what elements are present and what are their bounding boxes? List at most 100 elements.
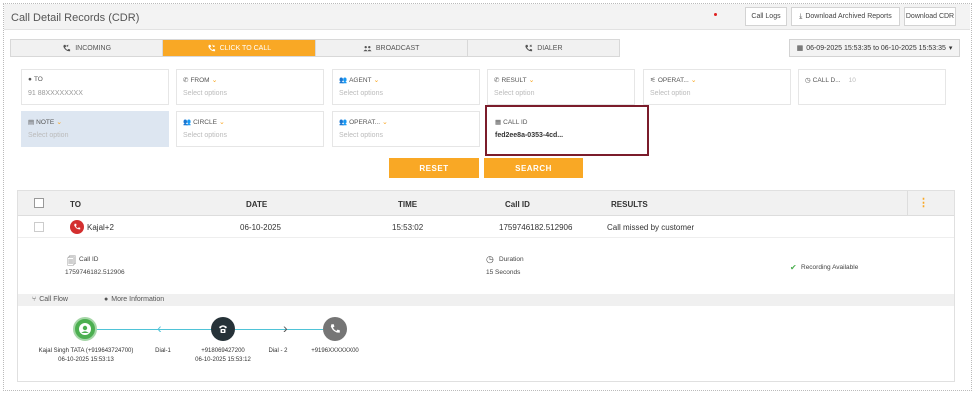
note-icon: ▤	[28, 119, 35, 126]
operator-icon: ⚟	[650, 77, 656, 84]
tab-dialer[interactable]: DIALER	[468, 40, 619, 56]
flow-node-2-time: 06-10-2025 15:53:12	[195, 357, 251, 363]
column-options-icon[interactable]: ⋮	[918, 196, 929, 209]
filter-to-value: 91 88XXXXXXXX	[28, 90, 83, 97]
tab-broadcast-label: BROADCAST	[375, 44, 420, 52]
recording-check-icon: ✔	[790, 263, 797, 272]
phone-icon: ✆	[183, 77, 189, 84]
flow-node-1-name: Kajal Singh TATA (+919643724700)	[38, 348, 134, 354]
column-header-call-id[interactable]: Call ID	[505, 200, 530, 209]
filter-call-duration[interactable]: ◷ CALL D... 10	[798, 69, 946, 105]
filter-circle-placeholder: Select options	[183, 132, 227, 139]
filter-from[interactable]: ✆ FROM ⌄ Select options	[176, 69, 324, 105]
detail-call-id-label: Call ID	[79, 256, 99, 263]
filter-to[interactable]: ● TO 91 88XXXXXXXX	[21, 69, 169, 105]
tab-call-flow-label: Call Flow	[39, 296, 68, 303]
call-flow-diagram: ‹ › Kajal Singh TATA (+919643724700) 06-…	[18, 306, 954, 382]
detail-duration-label: Duration	[499, 256, 524, 263]
download-archived-reports-button[interactable]: ⤓ Download Archived Reports	[791, 7, 900, 26]
filter-note-label: NOTE	[36, 118, 55, 126]
flow-connector-1	[85, 329, 212, 330]
filter-call-duration-value: 10	[848, 76, 856, 84]
tab-click-to-call-label: CLICK TO CALL	[219, 44, 272, 52]
detail-recording-status[interactable]: Recording Available	[801, 264, 858, 271]
filter-to-label: TO	[33, 76, 43, 83]
missed-call-icon	[70, 220, 84, 234]
tab-broadcast[interactable]: BROADCAST	[316, 40, 468, 56]
document-icon: 🗐	[67, 256, 76, 266]
filter-result[interactable]: ✆ RESULT ⌄ Select option	[487, 69, 635, 105]
tab-call-flow[interactable]: ⑂ Call Flow	[32, 296, 68, 303]
chevron-down-icon: ⌄	[373, 77, 380, 84]
arrow-right-icon: ›	[283, 320, 288, 336]
customer-node-icon[interactable]	[323, 317, 347, 341]
info-icon: ●	[104, 296, 109, 303]
tab-incoming[interactable]: INCOMING	[11, 40, 164, 56]
caret-down-icon: ▾	[948, 45, 953, 52]
column-header-results[interactable]: RESULTS	[611, 200, 648, 209]
chevron-down-icon: ⌄	[690, 77, 697, 84]
row-checkbox[interactable]	[34, 222, 44, 232]
cdr-table: TO DATE TIME Call ID RESULTS ⋮ Kajal+2 0…	[17, 190, 955, 382]
clock-icon: ◷	[486, 254, 494, 264]
filter-operator-2-label: OPERAT...	[349, 118, 381, 126]
cell-date: 06-10-2025	[240, 223, 281, 232]
detail-duration-value: 15 Seconds	[486, 269, 521, 276]
person-icon: ●	[28, 76, 32, 83]
circle-icon: 👥	[183, 119, 192, 126]
filter-agent[interactable]: 👥 AGENT ⌄ Select options	[332, 69, 480, 105]
row-detail-panel: 🗐 Call ID 1759746182.512906 ◷ Duration 1…	[18, 239, 954, 294]
filter-result-label: RESULT	[501, 76, 527, 84]
filter-agent-label: AGENT	[349, 76, 372, 84]
filter-note[interactable]: ▤ NOTE ⌄ Select option	[21, 111, 169, 147]
cell-result: Call missed by customer	[607, 223, 695, 232]
phone-icon: ✆	[494, 77, 500, 84]
calendar-icon: ▦	[796, 45, 804, 52]
filter-call-id-value: fed2ee8a-0353-4cd...	[495, 132, 564, 139]
detail-call-id-value: 1759746182.512906	[65, 269, 125, 276]
arrow-left-icon: ‹	[157, 320, 162, 336]
chevron-down-icon: ⌄	[56, 119, 63, 126]
column-header-time[interactable]: TIME	[398, 200, 417, 209]
column-header-date[interactable]: DATE	[246, 200, 267, 209]
download-cdr-button[interactable]: Download CDR	[904, 7, 956, 26]
filter-call-id[interactable]: ▦ CALL ID fed2ee8a-0353-4cd...	[485, 105, 649, 156]
filter-operator-2-placeholder: Select options	[339, 132, 383, 139]
filter-circle[interactable]: 👥 CIRCLE ⌄ Select options	[176, 111, 324, 147]
filter-operator[interactable]: ⚟ OPERAT... ⌄ Select option	[643, 69, 791, 105]
tab-incoming-label: INCOMING	[75, 44, 112, 52]
tab-more-information[interactable]: ● More Information	[104, 296, 164, 303]
flow-connector-2	[235, 329, 323, 330]
id-card-icon: ▦	[495, 119, 502, 126]
date-range-value: 06-09-2025 15:53:35 to 06-10-2025 15:53:…	[806, 44, 946, 52]
flow-dial-2-label: Dial - 2	[268, 348, 288, 354]
phone-node-icon[interactable]	[211, 317, 235, 341]
flow-node-1-time: 06-10-2025 15:53:13	[58, 357, 114, 363]
search-button[interactable]: SEARCH	[484, 158, 583, 178]
tab-more-information-label: More Information	[111, 296, 165, 303]
call-type-tabs: INCOMING CLICK TO CALL BROADCAST DIALER	[10, 39, 620, 57]
column-header-to[interactable]: TO	[70, 200, 81, 209]
filter-agent-placeholder: Select options	[339, 90, 383, 97]
call-logs-button[interactable]: Call Logs	[745, 7, 787, 26]
click-to-call-icon	[207, 44, 215, 51]
chevron-down-icon: ⌄	[211, 77, 218, 84]
tab-click-to-call[interactable]: CLICK TO CALL	[163, 40, 316, 56]
select-all-checkbox[interactable]	[34, 198, 44, 208]
page-title: Call Detail Records (CDR)	[11, 12, 140, 24]
reset-button[interactable]: RESET	[389, 158, 479, 178]
filter-operator-2[interactable]: 👥 OPERAT... ⌄ Select options	[332, 111, 480, 147]
table-row[interactable]: Kajal+2 06-10-2025 15:53:02 1759746182.5…	[18, 217, 954, 238]
tab-dialer-label: DIALER	[537, 44, 563, 52]
filter-note-placeholder: Select option	[28, 132, 69, 139]
dialer-icon	[525, 44, 533, 51]
filter-from-label: FROM	[190, 76, 210, 84]
filter-circle-label: CIRCLE	[193, 118, 217, 126]
filter-call-id-label: CALL ID	[503, 118, 528, 126]
operator-icon: 👥	[339, 119, 348, 126]
detail-tabs: ⑂ Call Flow ● More Information	[18, 294, 954, 306]
date-range-picker[interactable]: ▦ 06-09-2025 15:53:35 to 06-10-2025 15:5…	[789, 39, 960, 57]
filter-from-placeholder: Select options	[183, 90, 227, 97]
agent-node-icon[interactable]	[73, 317, 97, 341]
filter-call-duration-label: CALL D...	[812, 76, 841, 84]
